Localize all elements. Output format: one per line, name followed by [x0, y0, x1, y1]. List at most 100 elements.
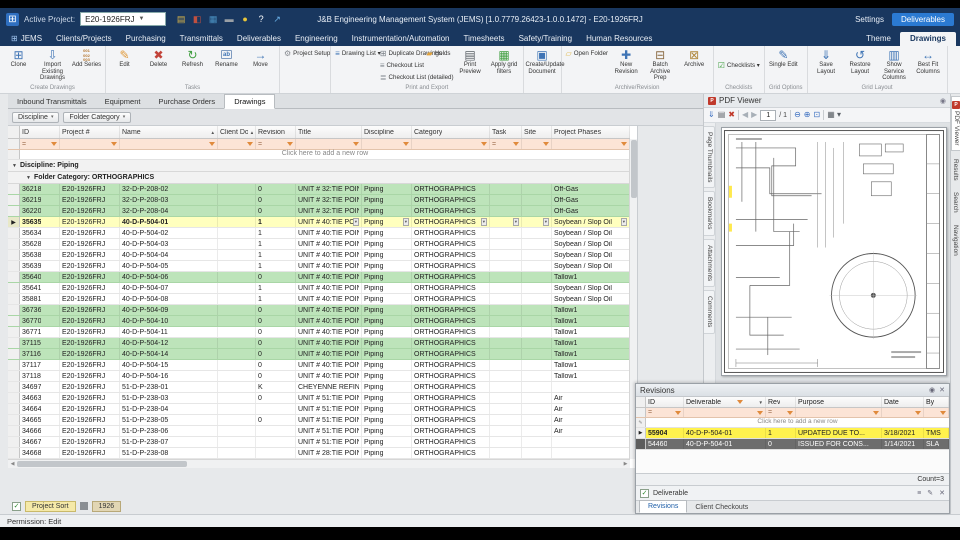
zoom-out-icon[interactable]: ⊖ — [794, 109, 801, 121]
pin-icon[interactable]: ◉ — [940, 97, 946, 105]
print-icon[interactable]: ▤ — [718, 109, 726, 121]
clone-button[interactable]: ⊞Clone — [2, 47, 35, 84]
dropdown-icon[interactable]: ▾ — [513, 218, 519, 226]
filter-funnel-icon[interactable] — [51, 142, 57, 146]
pdf-side-tab-attachments[interactable]: Attachments — [704, 239, 715, 287]
dropdown-icon[interactable]: ▾ — [353, 218, 359, 226]
grid-row[interactable]: 34663E20-1926FRJ51-D-P-238-030UNIT # 51:… — [8, 393, 630, 404]
filter-funnel-icon[interactable] — [287, 142, 293, 146]
drawing-list-button[interactable]: ≡Drawing List ▾ — [333, 47, 377, 59]
tab-drawings-context[interactable]: Drawings — [900, 32, 956, 46]
rev-filter-cell-deliverable[interactable] — [684, 408, 766, 417]
rev-column-header-deliverable[interactable]: Deliverable▼ — [684, 397, 766, 407]
filter-funnel-icon[interactable] — [757, 411, 763, 415]
dropdown-icon[interactable]: ▾ — [481, 218, 487, 226]
menu-purchasing[interactable]: Purchasing — [119, 32, 173, 46]
close-icon[interactable]: ✕ — [939, 386, 945, 394]
rev-tab-client-checkouts[interactable]: Client Checkouts — [687, 502, 756, 513]
import-existing-drawings-button[interactable]: ⇩Import Existing Drawings — [36, 47, 69, 84]
paste-icon[interactable]: ▤ — [175, 13, 187, 25]
dropdown-icon[interactable]: ▾ — [621, 218, 627, 226]
apply-grid-filters-button[interactable]: ▦Apply grid filters — [488, 47, 521, 84]
pdf-side-tab-bookmarks[interactable]: Bookmarks — [704, 191, 715, 236]
previous-page-icon[interactable]: ◀ — [742, 109, 748, 121]
filter-funnel-icon[interactable] — [513, 142, 519, 146]
window-icon[interactable]: ◧ — [191, 13, 203, 25]
scroll-right-icon[interactable]: ▶ — [621, 461, 630, 467]
filter-cell-task[interactable]: = — [490, 139, 522, 149]
grid-row[interactable]: 35640E20-1926FRJ40-D-P-504-060UNIT # 40:… — [8, 272, 630, 283]
monitor-icon[interactable]: ▦ — [207, 13, 219, 25]
rev-column-header-by[interactable]: By — [924, 397, 949, 407]
menu-deliverables[interactable]: Deliverables — [230, 32, 288, 46]
single-edit-button[interactable]: ✎Single Edit — [767, 47, 800, 84]
filter-cell-project-phases[interactable] — [552, 139, 630, 149]
tab-theme[interactable]: Theme — [857, 32, 900, 46]
save-layout-button[interactable]: ⇓Save Layout — [810, 47, 843, 84]
page-number-input[interactable]: 1 — [760, 110, 776, 121]
grid-row[interactable]: 34666E20-1926FRJ51-D-P-238-06UNIT # 51:T… — [8, 426, 630, 437]
grid-row[interactable]: 36220E20-1926FRJ32-D-P-208-040UNIT # 32:… — [8, 206, 630, 217]
checkout-list-button[interactable]: ≡Checkout List — [378, 59, 424, 71]
scrollbar-thumb[interactable] — [631, 140, 637, 198]
active-project-dropdown[interactable]: E20-1926FRJ ▼ — [80, 12, 166, 26]
restore-layout-button[interactable]: ↺Restore Layout — [844, 47, 877, 84]
column-header-name[interactable]: Name▲ — [120, 126, 218, 138]
rev-filter-cell-by[interactable] — [924, 408, 949, 417]
tab-drawings[interactable]: Drawings — [224, 94, 275, 109]
filter-cell-revision[interactable]: = — [256, 139, 296, 149]
group-row-folder-category[interactable]: ▼ Folder Category: ORTHOGRAPHICS — [8, 172, 630, 184]
pdf-side-tab-comments[interactable]: Comments — [704, 290, 715, 333]
menu-instrumentation-automation[interactable]: Instrumentation/Automation — [345, 32, 457, 46]
batch-archive-prep-button[interactable]: ⊟Batch Archive Prep — [644, 47, 677, 84]
menu-safety-training[interactable]: Safety/Training — [512, 32, 580, 46]
dropdown-icon[interactable]: ▾ — [403, 218, 409, 226]
grid-row[interactable]: 35638E20-1926FRJ40-D-P-504-041UNIT # 40:… — [8, 250, 630, 261]
group-row-discipline[interactable]: ▼ Discipline: Piping — [8, 160, 630, 172]
rev-tab-revisions[interactable]: Revisions — [639, 500, 687, 513]
grid-row[interactable]: 35628E20-1926FRJ40-D-P-504-031UNIT # 40:… — [8, 239, 630, 250]
edge-tab-search[interactable]: Search — [952, 188, 959, 217]
grid-row[interactable]: 35641E20-1926FRJ40-D-P-504-071UNIT # 40:… — [8, 283, 630, 294]
grid-row[interactable]: 36219E20-1926FRJ32-D-P-208-030UNIT # 32:… — [8, 195, 630, 206]
rename-button[interactable]: abRename — [210, 47, 243, 84]
filter-cell-category[interactable] — [412, 139, 490, 149]
rev-filter-cell-rev[interactable]: = — [766, 408, 796, 417]
add-series-button[interactable]: 001 002 003Add Series — [70, 47, 103, 84]
menu-jems[interactable]: ⊞JEMS — [4, 32, 49, 46]
filter-cell-client-doc[interactable] — [218, 139, 256, 149]
menu-clients-projects[interactable]: Clients/Projects — [49, 32, 119, 46]
filter-funnel-icon[interactable] — [543, 142, 549, 146]
filter-funnel-icon[interactable] — [247, 142, 253, 146]
rev-column-header-id[interactable]: ID — [646, 397, 684, 407]
grid-row[interactable]: 37115E20-1926FRJ40-D-P-504-120UNIT # 40:… — [8, 338, 630, 349]
open-folder-button[interactable]: ▱Open Folder — [564, 47, 609, 59]
project-sort-chip[interactable]: Project Sort — [25, 501, 76, 512]
column-header-id[interactable]: ID — [20, 126, 60, 138]
filter-cell-discipline[interactable] — [362, 139, 412, 149]
rev-column-header-rev[interactable]: Rev — [766, 397, 796, 407]
pin-icon[interactable]: ◉ — [929, 386, 935, 394]
project-setup-button[interactable]: ⚙Project Setup — [282, 47, 328, 59]
grid-add-row[interactable]: Click here to add a new row — [8, 150, 630, 160]
grid-row[interactable]: 35639E20-1926FRJ40-D-P-504-051UNIT # 40:… — [8, 261, 630, 272]
new-revision-button[interactable]: ✚New Revision — [610, 47, 643, 84]
column-header-project[interactable]: Project # — [60, 126, 120, 138]
filter-funnel-icon[interactable] — [675, 411, 681, 415]
rev-filter-cell-date[interactable] — [882, 408, 924, 417]
grid-row[interactable]: 37118E20-1926FRJ40-D-P-504-160UNIT # 40:… — [8, 371, 630, 382]
filter-funnel-icon[interactable] — [940, 411, 946, 415]
create-update-document-button[interactable]: ▣Create/Update Document — [526, 47, 559, 84]
show-service-columns-button[interactable]: ▥Show Service Columns — [878, 47, 911, 84]
revision-row[interactable]: 5446040-D-P-504-010ISSUED FOR CONS...1/1… — [636, 439, 949, 450]
filter-funnel-icon[interactable] — [873, 411, 879, 415]
grid-row[interactable]: 37116E20-1926FRJ40-D-P-504-140UNIT # 40:… — [8, 349, 630, 360]
grid-row[interactable]: ▶35635E20-1926FRJ40-D-P-504-011UNIT # 40… — [8, 217, 630, 228]
holds-button[interactable]: ▰Holds — [425, 47, 453, 59]
column-header-site[interactable]: Site — [522, 126, 552, 138]
menu-timesheets[interactable]: Timesheets — [457, 32, 512, 46]
tab-purchase-orders[interactable]: Purchase Orders — [149, 95, 224, 108]
tab-equipment[interactable]: Equipment — [96, 95, 150, 108]
sort-enabled-checkbox[interactable]: ✓ — [12, 502, 21, 511]
grid-row[interactable]: 35634E20-1926FRJ40-D-P-504-021UNIT # 40:… — [8, 228, 630, 239]
